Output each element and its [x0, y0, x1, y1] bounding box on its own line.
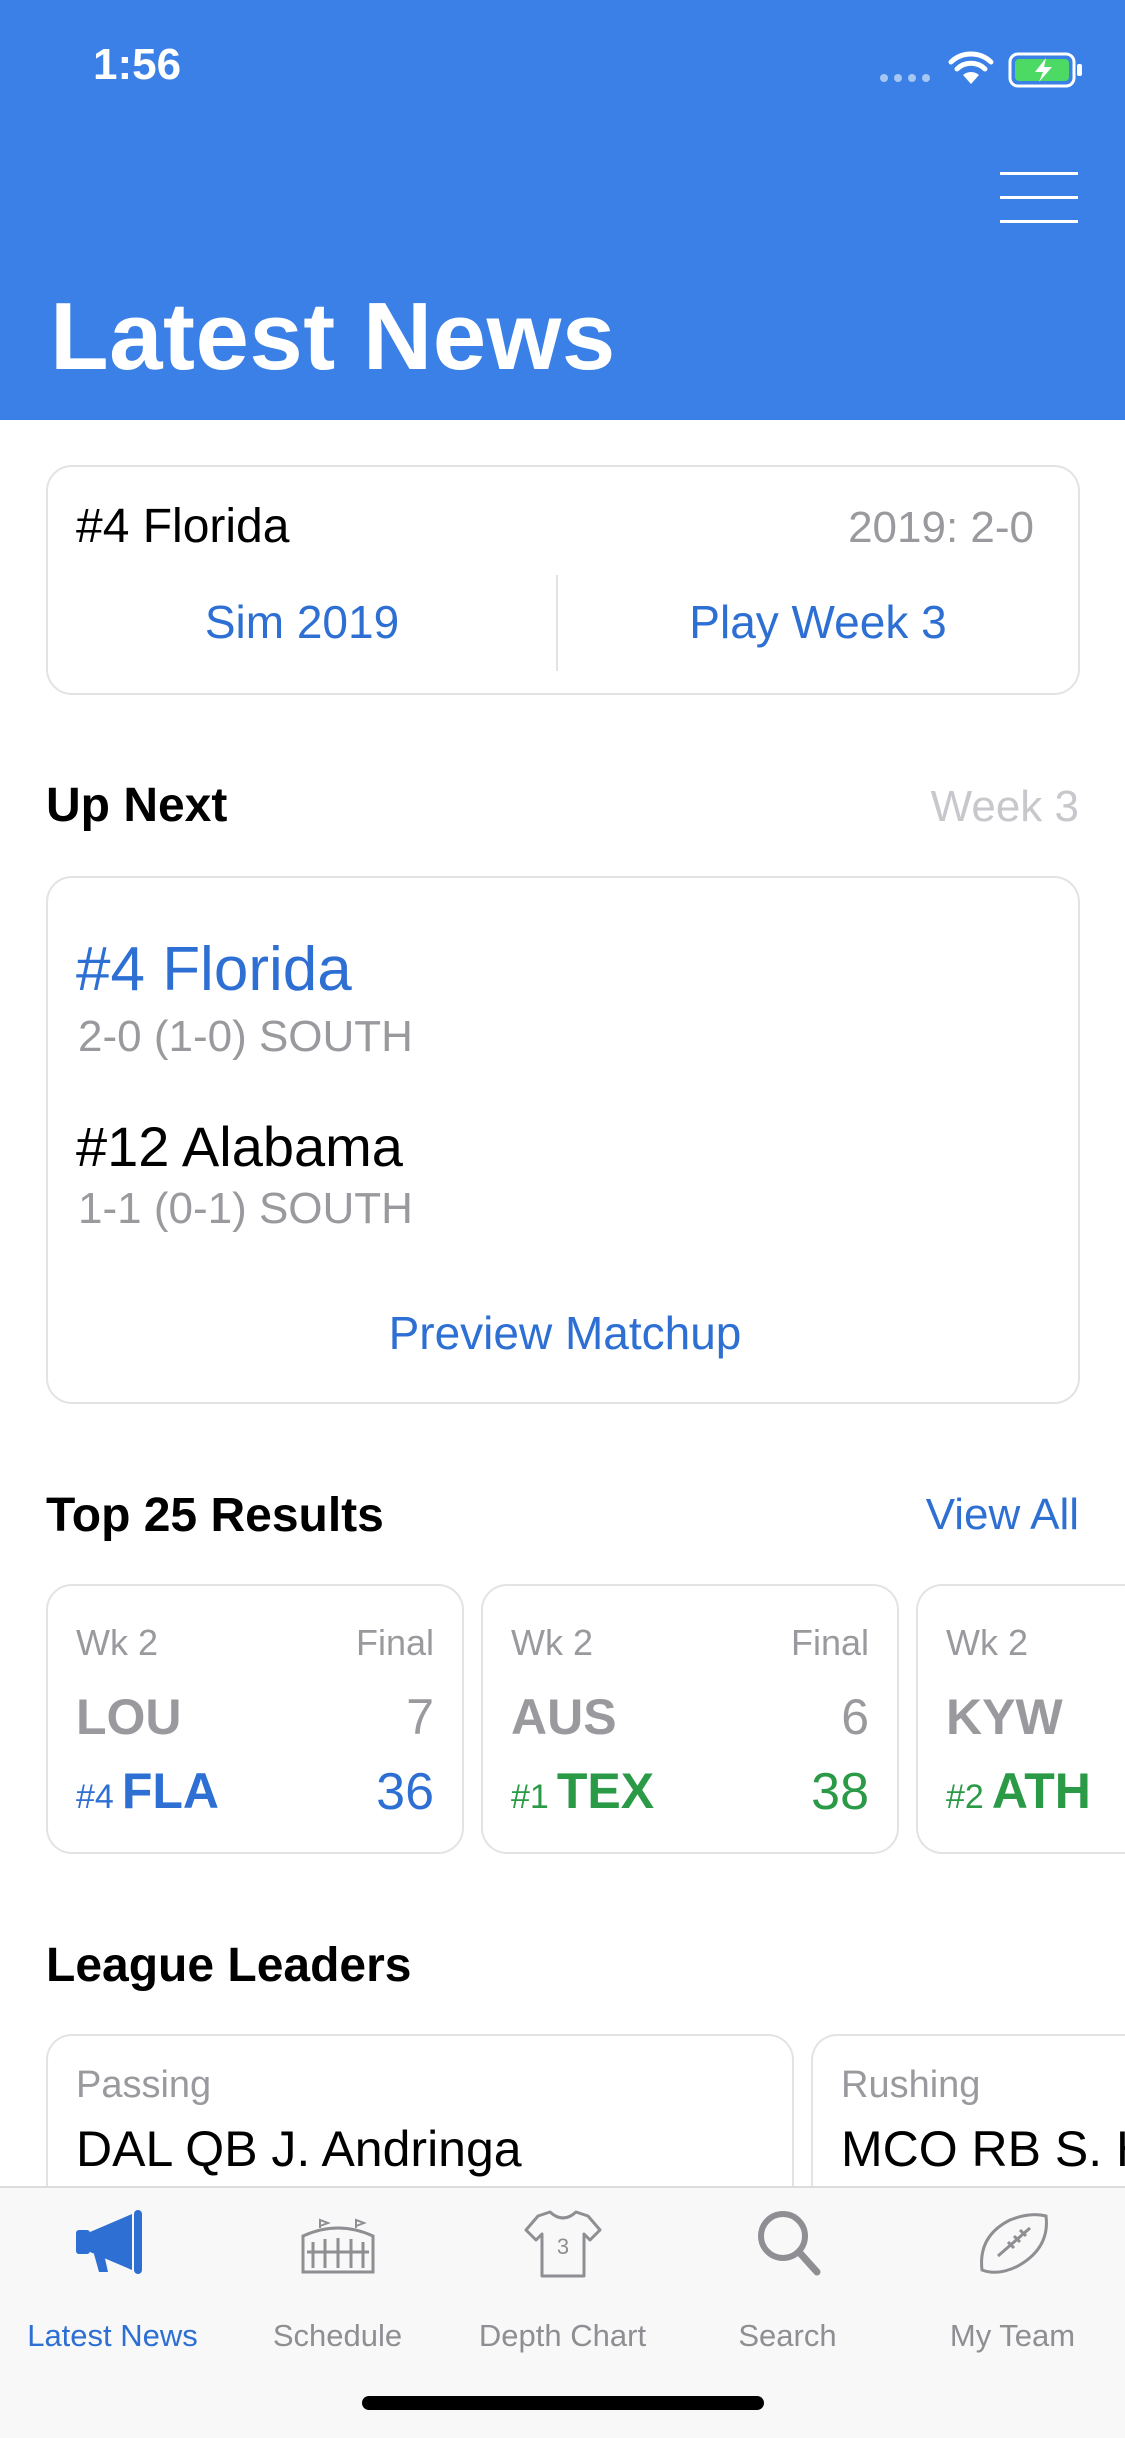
result-card[interactable]: Wk 2 KYW #2 ATH [916, 1584, 1125, 1854]
football-icon [979, 2213, 1048, 2274]
status-time: 1:56 [93, 40, 182, 89]
winning-score: 38 [811, 1763, 869, 1821]
team-summary-card: #4 Florida 2019: 2-0 Sim 2019 Play Week … [46, 465, 1080, 695]
winning-score: 36 [376, 1763, 434, 1821]
losing-score: 6 [841, 1689, 869, 1745]
winner-rank: #2 [946, 1778, 984, 1816]
home-indicator [362, 2396, 764, 2410]
result-week: Wk 2 [76, 1622, 159, 1663]
winner-abbr: FLA [121, 1763, 220, 1819]
preview-matchup-button[interactable]: Preview Matchup [48, 1306, 1082, 1360]
league-leaders-heading: League Leaders [46, 1939, 412, 1992]
up-next-heading: Up Next [46, 779, 228, 832]
tab-depth-chart[interactable]: 3 Depth Chart [450, 2206, 675, 2353]
tab-label: Latest News [27, 2318, 198, 2353]
battery-charging-icon [1008, 52, 1082, 88]
winning-team: #1 TEX [511, 1762, 654, 1820]
sim-season-button[interactable]: Sim 2019 [48, 595, 556, 649]
play-week-button[interactable]: Play Week 3 [558, 595, 1078, 649]
result-week: Wk 2 [946, 1622, 1029, 1663]
winner-rank: #1 [511, 1778, 549, 1816]
result-status: Final [790, 1622, 869, 1663]
winner-rank: #4 [76, 1778, 114, 1816]
losing-team: KYW [946, 1689, 1063, 1745]
home-team-details: 2-0 (1-0) SOUTH [78, 1012, 413, 1061]
losing-score: 7 [406, 1689, 434, 1745]
tab-label: Search [738, 2318, 837, 2353]
hamburger-menu-icon[interactable] [1000, 172, 1078, 224]
tab-my-team[interactable]: My Team [900, 2206, 1125, 2353]
up-next-card: #4 Florida 2-0 (1-0) SOUTH #12 Alabama 1… [46, 876, 1080, 1404]
view-all-link[interactable]: View All [926, 1490, 1079, 1540]
nav-header: 1:56 Latest News [0, 0, 1125, 420]
tab-label: Schedule [272, 2318, 403, 2353]
top25-heading: Top 25 Results [46, 1489, 384, 1542]
team-name: #4 Florida [76, 500, 290, 553]
tab-schedule[interactable]: Schedule [225, 2206, 450, 2353]
page-title: Latest News [50, 283, 616, 390]
result-status: Final [355, 1622, 434, 1663]
winner-abbr: ATH [991, 1763, 1091, 1819]
tab-label: My Team [949, 2318, 1076, 2353]
winning-team: #2 ATH [946, 1762, 1091, 1820]
tab-search[interactable]: Search [675, 2206, 900, 2353]
jersey-icon: 3 [524, 2210, 601, 2278]
leader-player: MCO RB S. H [841, 2121, 1125, 2177]
home-team-name[interactable]: #4 Florida [76, 934, 352, 1005]
away-team-name[interactable]: #12 Alabama [76, 1114, 403, 1179]
leader-category: Passing [76, 2064, 212, 2106]
megaphone-icon [75, 2210, 142, 2274]
result-card[interactable]: Wk 2 Final AUS 6 #1 TEX 38 [481, 1584, 899, 1854]
losing-team: AUS [511, 1689, 617, 1745]
result-card[interactable]: Wk 2 Final LOU 7 #4 FLA 36 [46, 1584, 464, 1854]
winner-abbr: TEX [556, 1763, 655, 1819]
tab-latest-news[interactable]: Latest News [0, 2206, 225, 2353]
tab-label: Depth Chart [478, 2318, 647, 2353]
stadium-icon [301, 2218, 374, 2274]
cellular-signal-icon [880, 74, 930, 82]
result-week: Wk 2 [511, 1622, 594, 1663]
svg-text:3: 3 [556, 2234, 568, 2259]
up-next-week: Week 3 [930, 782, 1079, 831]
losing-team: LOU [76, 1689, 182, 1745]
team-record: 2019: 2-0 [848, 503, 1034, 552]
leader-player: DAL QB J. Andringa [76, 2121, 522, 2177]
winning-team: #4 FLA [76, 1762, 219, 1820]
search-icon [757, 2211, 820, 2276]
wifi-icon [948, 51, 994, 84]
leader-category: Rushing [841, 2064, 981, 2106]
away-team-details: 1-1 (0-1) SOUTH [78, 1184, 413, 1233]
